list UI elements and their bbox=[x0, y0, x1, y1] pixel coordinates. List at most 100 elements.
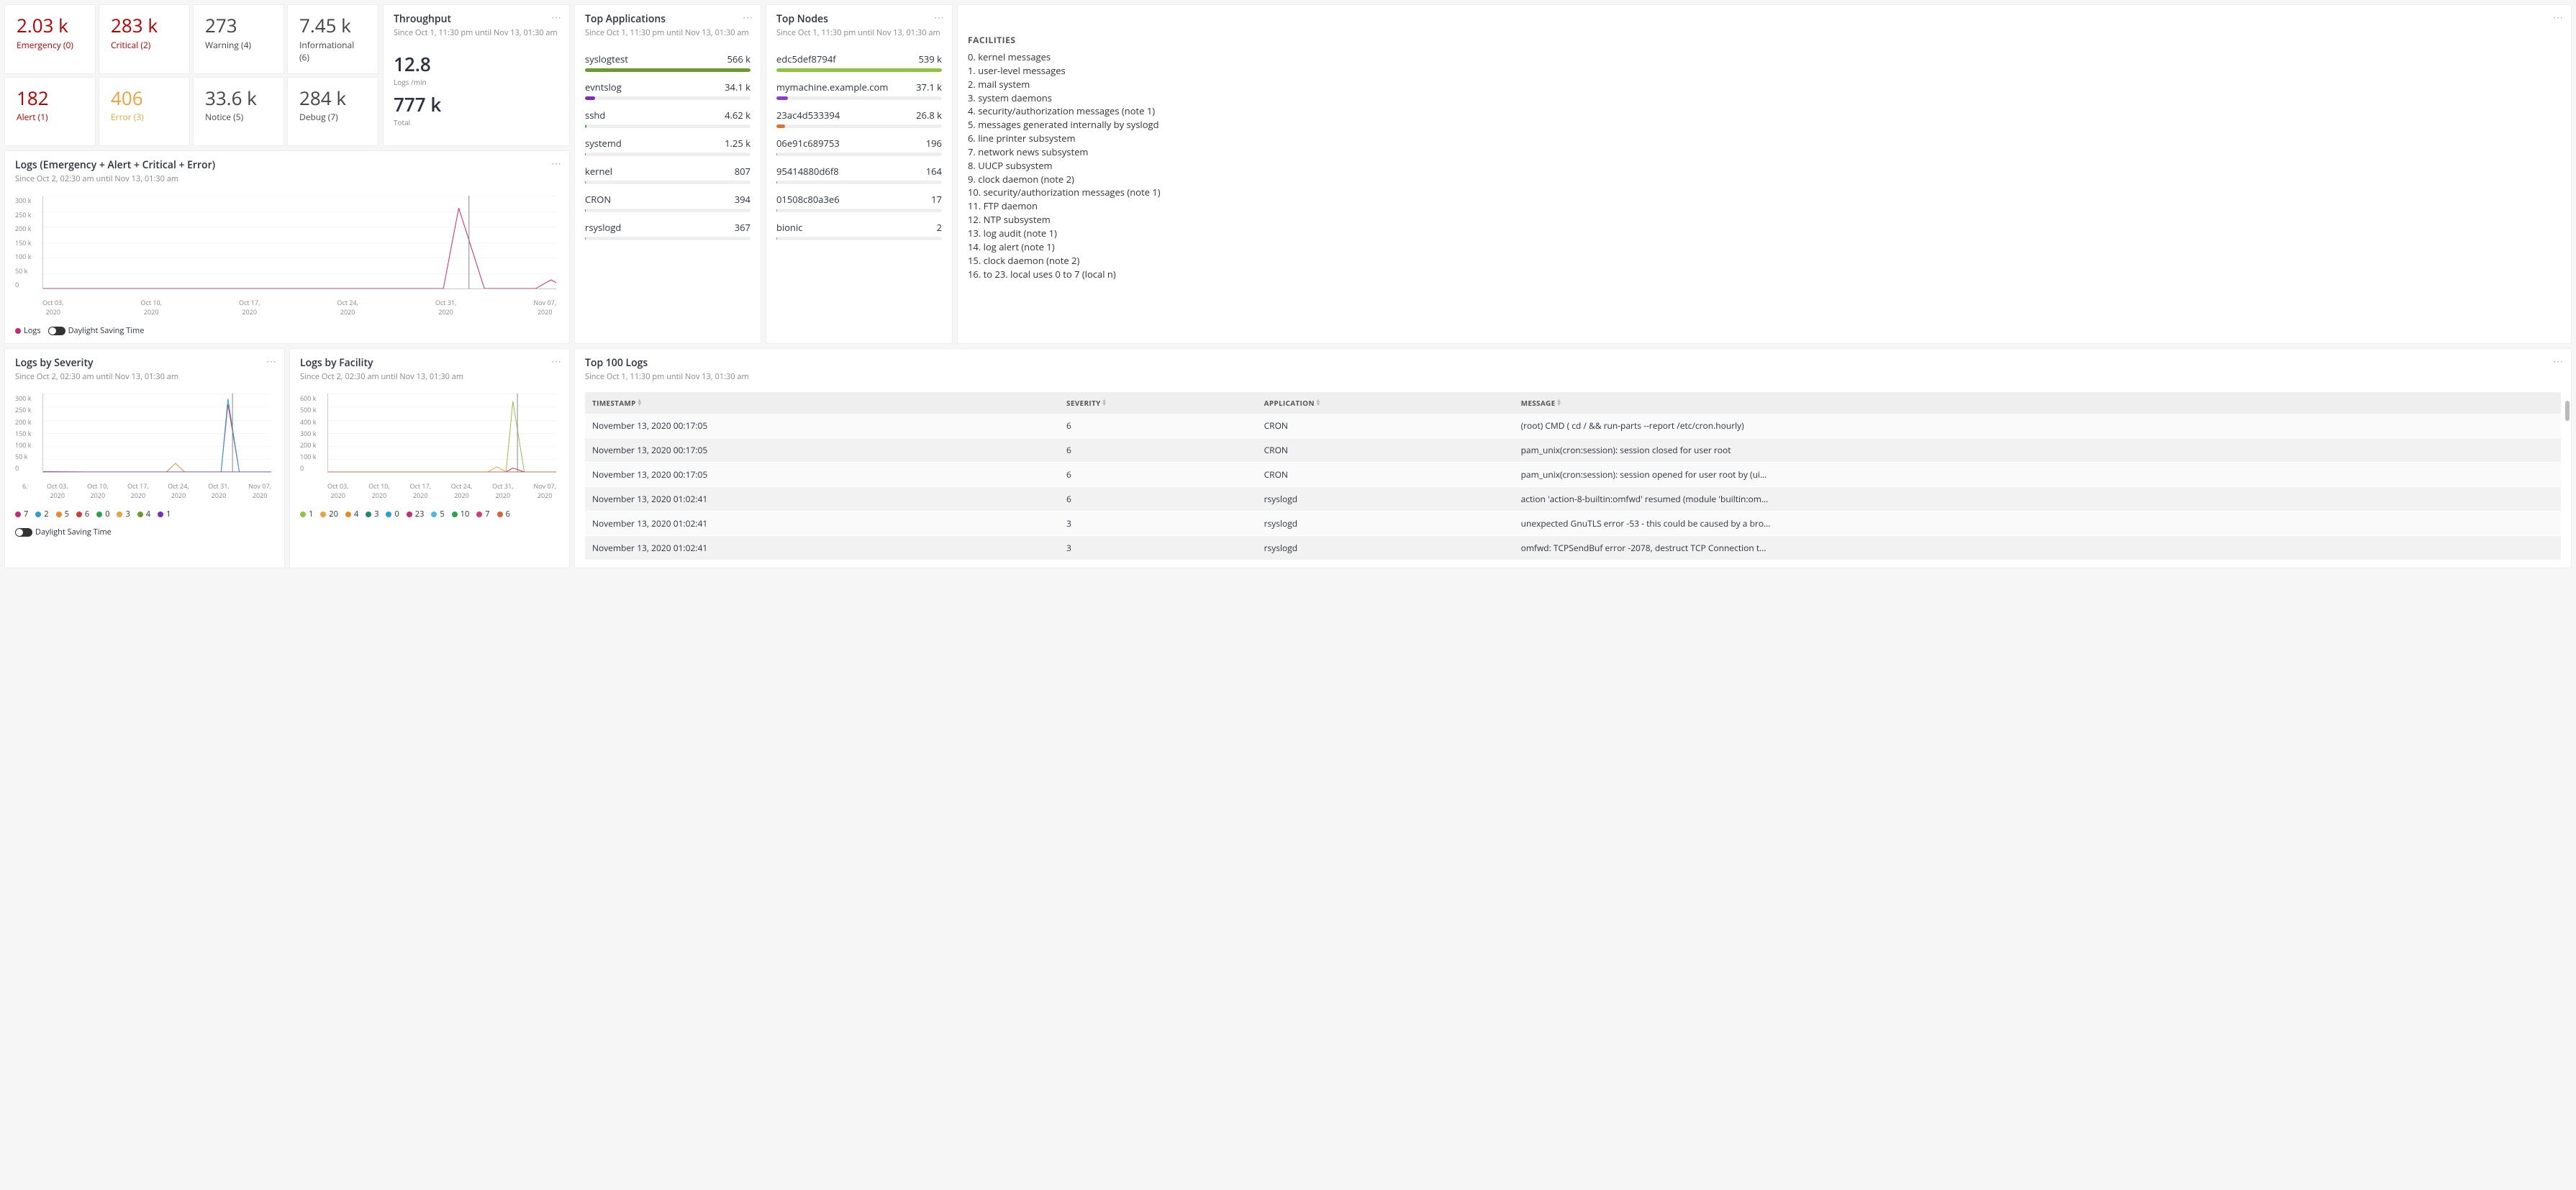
legend-label: 1 bbox=[166, 509, 171, 519]
throughput-total-label: Total bbox=[394, 117, 559, 127]
bar-item[interactable]: mymachine.example.com37.1 k bbox=[776, 81, 942, 100]
stat-cell-3[interactable]: 7.45 k Informational (6) bbox=[287, 4, 378, 74]
table-row[interactable]: November 13, 2020 01:02:41 6 rsyslogd ac… bbox=[585, 487, 2561, 512]
legend-item[interactable]: 3 bbox=[366, 509, 378, 519]
table-row[interactable]: November 13, 2020 00:17:05 6 CRON pam_un… bbox=[585, 438, 2561, 463]
cell-application: rsyslogd bbox=[1257, 487, 1514, 512]
legend-label: 4 bbox=[146, 509, 150, 519]
bar-item[interactable]: CRON394 bbox=[585, 193, 750, 212]
col-timestamp[interactable]: TIMESTAMP▴▾ bbox=[585, 392, 1059, 414]
logs-chart-area[interactable]: 300 k250 k200 k150 k100 k50 k0Oct 03,202… bbox=[15, 196, 559, 304]
toggle-icon[interactable] bbox=[48, 327, 65, 335]
toggle-icon[interactable] bbox=[15, 528, 32, 537]
panel-menu-icon[interactable]: ⋯ bbox=[2553, 11, 2564, 24]
stat-cell-2[interactable]: 273 Warning (4) bbox=[193, 4, 284, 74]
top-applications-panel: ⋯ Top Applications Since Oct 1, 11:30 pm… bbox=[574, 4, 761, 344]
panel-menu-icon[interactable]: ⋯ bbox=[934, 11, 945, 24]
legend-item[interactable]: 4 bbox=[345, 509, 358, 519]
legend-item[interactable]: 6 bbox=[497, 509, 510, 519]
legend-item[interactable]: 2 bbox=[35, 509, 48, 519]
stat-cell-6[interactable]: 33.6 k Notice (5) bbox=[193, 77, 284, 147]
legend-item[interactable]: 0 bbox=[386, 509, 399, 519]
panel-menu-icon[interactable]: ⋯ bbox=[2553, 355, 2564, 368]
bar-value: 807 bbox=[735, 165, 750, 178]
table-row[interactable]: November 13, 2020 01:02:41 3 rsyslogd om… bbox=[585, 536, 2561, 560]
panel-menu-icon[interactable]: ⋯ bbox=[551, 11, 562, 24]
cell-message: action 'action-8-builtin:omfwd' resumed … bbox=[1514, 487, 2561, 512]
panel-menu-icon[interactable]: ⋯ bbox=[266, 355, 277, 368]
stat-value: 406 bbox=[111, 88, 178, 109]
dst-toggle[interactable]: Daylight Saving Time bbox=[15, 527, 112, 537]
bar-item[interactable]: rsyslogd367 bbox=[585, 221, 750, 240]
top-nodes-panel: ⋯ Top Nodes Since Oct 1, 11:30 pm until … bbox=[766, 4, 953, 344]
stat-cell-4[interactable]: 182 Alert (1) bbox=[4, 77, 96, 147]
bar-item[interactable]: sshd4.62 k bbox=[585, 109, 750, 128]
bar-name: kernel bbox=[585, 165, 612, 178]
legend-item[interactable]: 6 bbox=[76, 509, 89, 519]
stat-cell-0[interactable]: 2.03 k Emergency (0) bbox=[4, 4, 96, 74]
legend-logs[interactable]: Logs bbox=[15, 325, 41, 336]
panel-menu-icon[interactable]: ⋯ bbox=[551, 355, 562, 368]
legend-logs-label: Logs bbox=[24, 325, 41, 336]
legend-item[interactable]: 23 bbox=[407, 509, 425, 519]
bar-item[interactable]: edc5def8794f539 k bbox=[776, 53, 942, 72]
legend-label: 6 bbox=[85, 509, 89, 519]
legend-item[interactable]: 1 bbox=[300, 509, 313, 519]
cell-severity: 3 bbox=[1059, 536, 1257, 560]
col-application[interactable]: APPLICATION▴▾ bbox=[1257, 392, 1514, 414]
bar-item[interactable]: bionic2 bbox=[776, 221, 942, 240]
stat-value: 283 k bbox=[111, 15, 178, 36]
bar-item[interactable]: 95414880d6f8164 bbox=[776, 165, 942, 184]
legend-item[interactable]: 4 bbox=[137, 509, 150, 519]
scrollbar-thumb[interactable] bbox=[2565, 401, 2570, 421]
stat-label: Debug (7) bbox=[299, 111, 366, 123]
legend-item[interactable]: 3 bbox=[117, 509, 130, 519]
stat-cell-7[interactable]: 284 k Debug (7) bbox=[287, 77, 378, 147]
panel-menu-icon[interactable]: ⋯ bbox=[551, 157, 562, 171]
stat-value: 7.45 k bbox=[299, 15, 366, 36]
cell-severity: 6 bbox=[1059, 487, 1257, 512]
stat-cell-1[interactable]: 283 k Critical (2) bbox=[99, 4, 190, 74]
table-row[interactable]: November 13, 2020 00:17:05 6 CRON (root)… bbox=[585, 414, 2561, 438]
bar-item[interactable]: kernel 807 bbox=[585, 165, 750, 184]
legend-item[interactable]: 10 bbox=[452, 509, 470, 519]
table-row[interactable]: November 13, 2020 00:17:05 6 CRON pam_un… bbox=[585, 463, 2561, 487]
legend-label: 23 bbox=[415, 509, 425, 519]
facility-item: 13. log audit (note 1) bbox=[968, 227, 2561, 240]
bar-item[interactable]: syslogtest566 k bbox=[585, 53, 750, 72]
dst-toggle[interactable]: Daylight Saving Time bbox=[48, 325, 145, 336]
facility-item: 4. security/authorization messages (note… bbox=[968, 104, 2561, 118]
legend-label: 7 bbox=[24, 509, 28, 519]
throughput-title: Throughput bbox=[394, 12, 559, 26]
legend-item[interactable]: 0 bbox=[96, 509, 109, 519]
legend-item[interactable]: 1 bbox=[158, 509, 171, 519]
sort-icon: ▴▾ bbox=[1317, 399, 1320, 406]
bar-item[interactable]: 01508c80a3e617 bbox=[776, 193, 942, 212]
table-row[interactable]: November 13, 2020 01:02:41 3 rsyslogd un… bbox=[585, 512, 2561, 536]
bar-item[interactable]: 06e91c689753196 bbox=[776, 137, 942, 156]
col-severity[interactable]: SEVERITY▴▾ bbox=[1059, 392, 1257, 414]
facility-chart-area[interactable]: 600 k500 k400 k300 k200 k100 k0Oct 03,20… bbox=[300, 394, 559, 487]
legend-item[interactable]: 7 bbox=[476, 509, 489, 519]
cell-application: rsyslogd bbox=[1257, 512, 1514, 536]
bar-item[interactable]: 23ac4d53339426.8 k bbox=[776, 109, 942, 128]
col-message[interactable]: MESSAGE▴▾ bbox=[1514, 392, 2561, 414]
legend-item[interactable]: 7 bbox=[15, 509, 28, 519]
severity-chart-area[interactable]: 300 k250 k200 k150 k100 k50 k06,Oct 03,2… bbox=[15, 394, 274, 487]
bar-name: edc5def8794f bbox=[776, 53, 836, 65]
logs-by-severity-panel: ⋯ Logs by Severity Since Oct 2, 02:30 am… bbox=[4, 348, 285, 568]
legend-item[interactable]: 5 bbox=[431, 509, 444, 519]
cell-severity: 6 bbox=[1059, 414, 1257, 438]
legend-item[interactable]: 20 bbox=[320, 509, 338, 519]
facilities-heading: FACILITIES bbox=[968, 34, 2561, 46]
top100-subtitle: Since Oct 1, 11:30 pm until Nov 13, 01:3… bbox=[585, 371, 2561, 382]
cell-severity: 6 bbox=[1059, 438, 1257, 463]
panel-menu-icon[interactable]: ⋯ bbox=[743, 11, 753, 24]
throughput-subtitle: Since Oct 1, 11:30 pm until Nov 13, 01:3… bbox=[394, 27, 559, 38]
facility-item: 6. line printer subsystem bbox=[968, 132, 2561, 145]
bar-item[interactable]: systemd1.25 k bbox=[585, 137, 750, 156]
throughput-total: 777 k bbox=[394, 91, 559, 117]
stat-cell-5[interactable]: 406 Error (3) bbox=[99, 77, 190, 147]
legend-item[interactable]: 5 bbox=[56, 509, 69, 519]
bar-item[interactable]: evntslog34.1 k bbox=[585, 81, 750, 100]
